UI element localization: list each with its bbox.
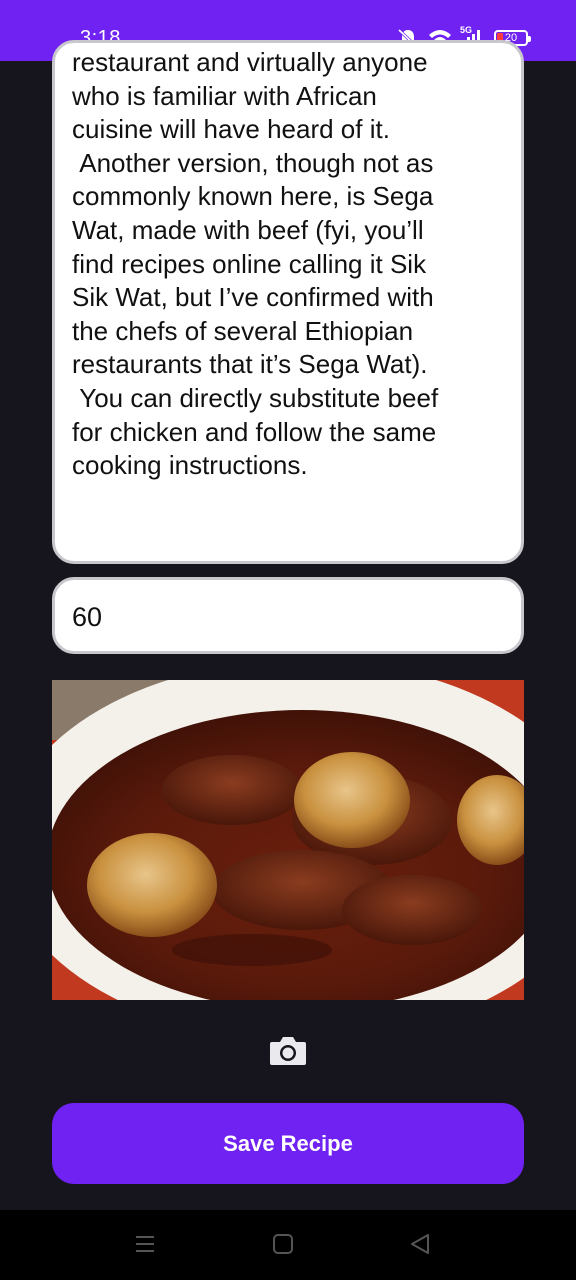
description-field[interactable]: restaurant and virtually anyone who is f… (52, 40, 524, 564)
save-recipe-button[interactable]: Save Recipe (52, 1103, 524, 1184)
description-text: restaurant and virtually anyone who is f… (72, 47, 439, 481)
camera-icon[interactable] (268, 1034, 308, 1066)
back-icon[interactable] (408, 1232, 432, 1256)
cook-time-field[interactable]: 60 (52, 577, 524, 654)
battery-level: 20 (504, 32, 518, 44)
cook-time-value: 60 (72, 602, 103, 632)
recipe-photo (52, 680, 524, 1000)
menu-icon[interactable] (133, 1232, 157, 1256)
home-icon[interactable] (271, 1232, 295, 1256)
